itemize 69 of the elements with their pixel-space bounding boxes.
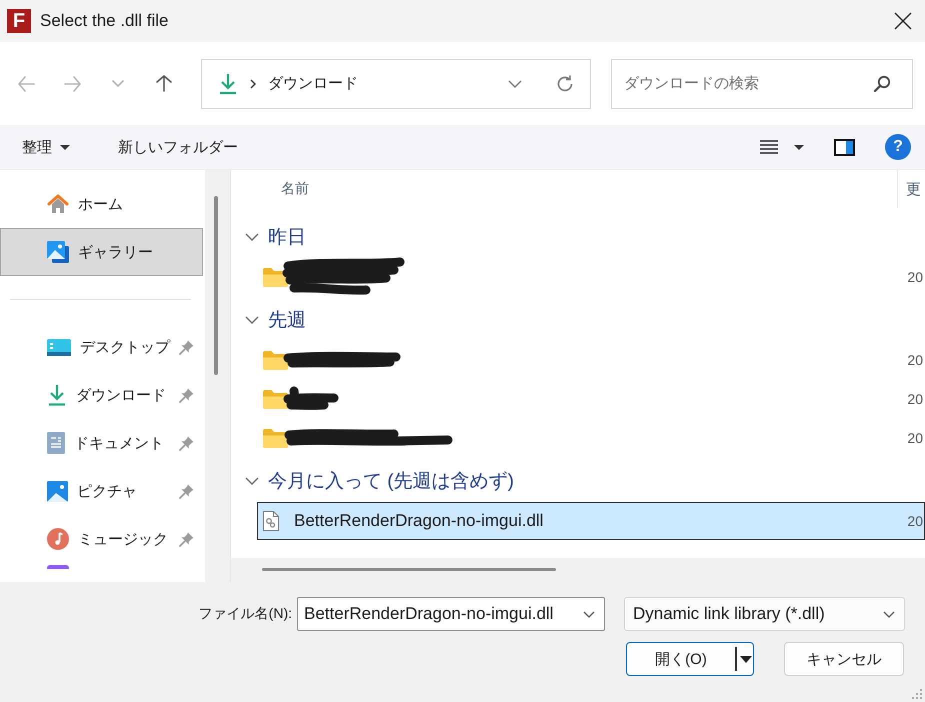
caret-icon	[794, 144, 804, 150]
tile-icon	[47, 565, 69, 569]
file-icon	[263, 511, 279, 531]
arrow-up-icon	[155, 74, 173, 93]
help-button[interactable]: ?	[885, 134, 911, 160]
file-row[interactable]: 20	[257, 380, 925, 418]
scrollbar-thumb[interactable]	[262, 568, 556, 571]
breadcrumb-item[interactable]: ダウンロード	[268, 74, 358, 93]
chevron-down-icon	[112, 80, 124, 87]
list-view-icon	[760, 140, 778, 154]
caret-icon	[60, 144, 70, 150]
scrollbar-thumb[interactable]	[214, 196, 218, 375]
document-icon	[47, 432, 65, 454]
organize-button[interactable]: 整理	[18, 131, 74, 163]
group-header[interactable]: 昨日	[231, 217, 925, 257]
download-icon	[47, 384, 67, 406]
close-icon	[894, 12, 912, 30]
chevron-down-icon	[883, 610, 895, 618]
music-note-icon	[47, 528, 69, 550]
group-header[interactable]: 今月に入って (先週は含めず)	[231, 461, 925, 501]
breadcrumb-chevron-icon	[250, 78, 256, 88]
gallery-icon	[47, 241, 69, 263]
sidebar-item[interactable]: ピクチャ	[0, 467, 203, 515]
arrow-left-icon	[16, 74, 36, 92]
caret-icon	[740, 656, 752, 662]
resize-grip[interactable]	[912, 689, 922, 699]
preview-pane-icon	[834, 138, 855, 156]
sidebar-item[interactable]: ミュージック	[0, 515, 203, 563]
chevron-down-icon	[583, 610, 595, 618]
search-field[interactable]: ダウンロードの検索	[611, 58, 913, 108]
desktop-icon	[47, 338, 71, 356]
sidebar-item[interactable]: ダウンロード	[0, 371, 203, 419]
folder-icon	[263, 389, 288, 409]
window-title: Select the .dll file	[40, 11, 169, 31]
file-name: BetterRenderDragon-no-imgui.dll	[294, 511, 544, 531]
date-cell: 20	[907, 391, 924, 407]
file-row[interactable]: BetterRenderDragon-no-imgui.dll 20	[257, 502, 925, 540]
arrow-right-icon	[62, 74, 82, 92]
chevron-down-icon	[508, 80, 522, 88]
folder-icon	[263, 267, 288, 287]
sidebar-item[interactable]: ドキュメント	[0, 419, 203, 467]
cancel-button[interactable]: キャンセル	[784, 642, 904, 676]
search-icon	[873, 74, 891, 92]
group-header[interactable]: 先週	[231, 300, 925, 340]
file-name-label: ファイル名(N):	[198, 605, 292, 623]
date-cell: 20	[907, 513, 924, 529]
date-cell: 20	[907, 430, 924, 446]
file-row[interactable]: 20	[257, 258, 925, 296]
file-row[interactable]: 20	[257, 419, 925, 457]
sidebar-item[interactable]: ホーム	[0, 180, 203, 228]
download-icon	[218, 72, 238, 94]
sidebar-item[interactable]: ギャラリー	[0, 228, 203, 276]
app-logo: F	[7, 9, 31, 33]
date-cell: 20	[907, 269, 924, 285]
home-icon	[47, 193, 69, 215]
refresh-icon	[555, 74, 575, 94]
file-type-dropdown[interactable]: Dynamic link library (*.dll)	[624, 597, 905, 631]
picture-icon	[47, 480, 68, 502]
address-bar[interactable]: ダウンロード	[201, 58, 591, 108]
open-button[interactable]: 開く(O)	[626, 642, 754, 676]
file-name-combo[interactable]: BetterRenderDragon-no-imgui.dll	[297, 597, 605, 631]
file-row[interactable]: 20	[257, 341, 925, 379]
folder-icon	[263, 350, 288, 370]
column-header[interactable]: 名前	[231, 170, 898, 208]
sidebar-item[interactable]: デスクトップ	[0, 323, 203, 371]
column-header[interactable]: 更	[898, 170, 925, 208]
new-folder-button[interactable]: 新しいフォルダー	[114, 131, 242, 163]
date-cell: 20	[907, 352, 924, 368]
folder-icon	[263, 428, 288, 448]
